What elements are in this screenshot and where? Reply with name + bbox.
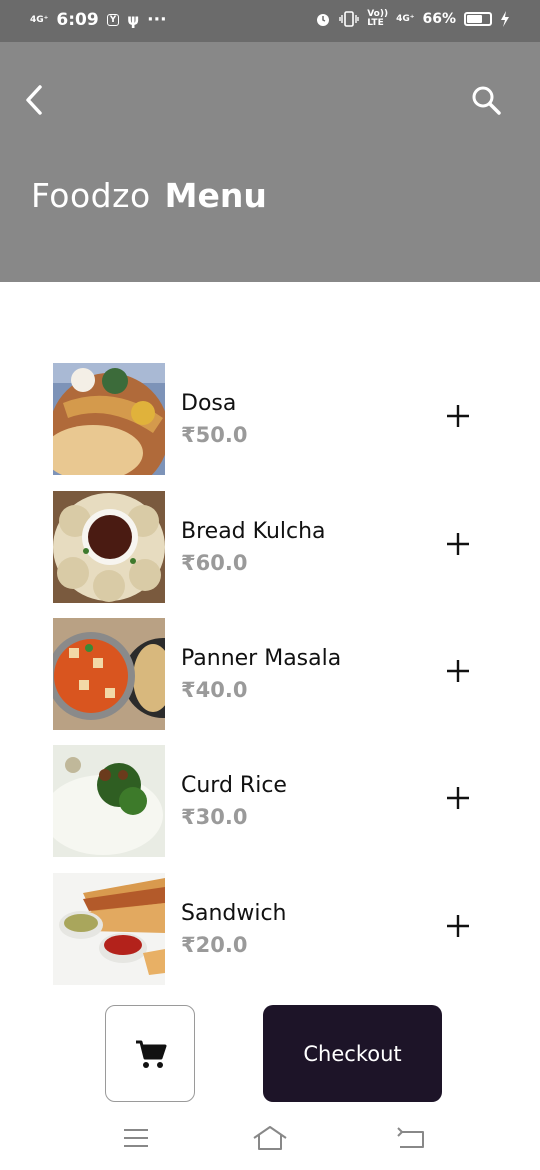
more-notifications: ··· <box>147 10 167 30</box>
plus-icon <box>447 660 469 682</box>
alarm-icon <box>317 14 330 26</box>
checkout-button[interactable]: Checkout <box>263 1005 442 1102</box>
chevron-left-icon <box>26 85 42 115</box>
plus-icon <box>447 915 469 937</box>
page-title: Foodzo Menu <box>31 176 267 215</box>
menu-item-price: ₹40.0 <box>181 678 248 702</box>
vibrate-icon <box>339 11 359 27</box>
volte-indicator: Vo)) LTE <box>367 10 388 28</box>
menu-item: Sandwich ₹20.0 <box>53 873 493 985</box>
menu-item-image <box>53 363 165 475</box>
menu-item-name: Bread Kulcha <box>181 519 326 544</box>
charging-icon <box>501 11 509 27</box>
battery-icon <box>464 12 492 26</box>
menu-item-image <box>53 618 165 730</box>
home-icon[interactable] <box>252 1124 288 1152</box>
back-button[interactable] <box>18 82 54 118</box>
volte-bottom: LTE <box>367 18 384 28</box>
cart-button[interactable] <box>105 1005 195 1102</box>
add-to-cart-button[interactable] <box>443 656 473 686</box>
cart-icon <box>136 1040 167 1068</box>
menu-item-image <box>53 491 165 603</box>
menu-item: Bread Kulcha ₹60.0 <box>53 491 493 603</box>
menu-item-name: Sandwich <box>181 901 287 926</box>
brand-name: Foodzo <box>31 176 151 215</box>
plus-icon <box>447 533 469 555</box>
menu-item: Curd Rice ₹30.0 <box>53 745 493 857</box>
menu-item-image <box>53 745 165 857</box>
status-left: 4G⁺ 6:09 Y ψ ··· <box>30 10 167 30</box>
menu-item-price: ₹30.0 <box>181 805 248 829</box>
signal-indicator: 4G⁺ <box>30 14 49 25</box>
hd-icon: Y <box>106 14 120 26</box>
search-button[interactable] <box>470 84 502 116</box>
status-bar: 4G⁺ 6:09 Y ψ ··· Vo)) LTE 4G⁺ 66% <box>0 0 540 42</box>
header: Foodzo Menu <box>0 42 540 282</box>
menu-item: Dosa ₹50.0 <box>53 363 493 475</box>
menu-item-name: Dosa <box>181 391 237 416</box>
menu-item-name: Curd Rice <box>181 773 287 798</box>
menu-icon[interactable] <box>122 1126 150 1150</box>
add-to-cart-button[interactable] <box>443 783 473 813</box>
menu-item-name: Panner Masala <box>181 646 342 671</box>
status-right: Vo)) LTE 4G⁺ 66% <box>315 10 510 28</box>
search-icon <box>472 86 501 115</box>
menu-item-image <box>53 873 165 985</box>
back-nav-icon[interactable] <box>396 1126 426 1150</box>
battery-fill <box>467 15 482 23</box>
status-time: 6:09 <box>56 10 99 30</box>
plus-icon <box>447 787 469 809</box>
menu-item-price: ₹20.0 <box>181 933 248 957</box>
battery-percent: 66% <box>422 11 456 27</box>
menu-item-price: ₹60.0 <box>181 551 248 575</box>
usb-icon: ψ <box>127 11 140 29</box>
add-to-cart-button[interactable] <box>443 401 473 431</box>
system-nav-bar <box>0 1108 540 1170</box>
title-menu: Menu <box>164 176 267 215</box>
add-to-cart-button[interactable] <box>443 529 473 559</box>
menu-item-price: ₹50.0 <box>181 423 248 447</box>
add-to-cart-button[interactable] <box>443 911 473 941</box>
menu-item: Panner Masala ₹40.0 <box>53 618 493 730</box>
plus-icon <box>447 405 469 427</box>
network-type: 4G⁺ <box>396 13 415 24</box>
